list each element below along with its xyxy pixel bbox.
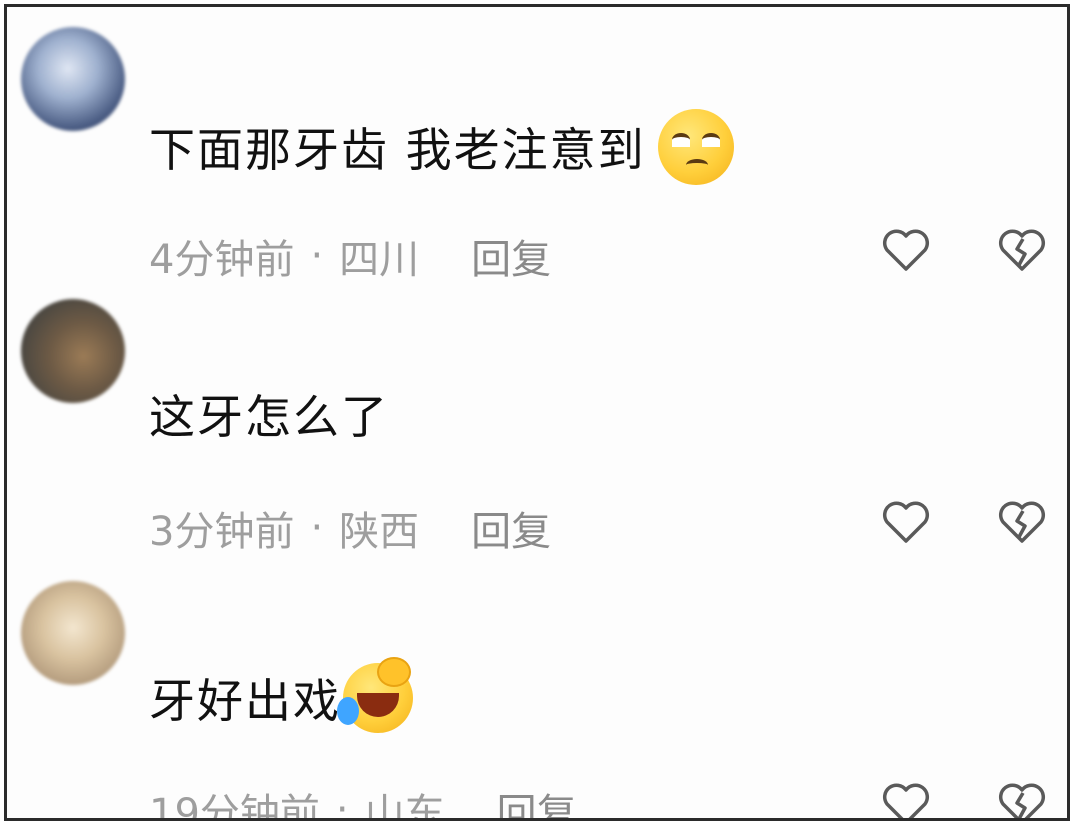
comment-meta: 4分钟前 · 四川 回复: [149, 227, 551, 285]
reply-button[interactable]: 回复: [471, 227, 551, 285]
comment-text: 下面那牙齿 我老注意到: [149, 109, 734, 185]
comment-text-content: 下面那牙齿 我老注意到: [149, 123, 646, 177]
heart-outline-icon[interactable]: [881, 781, 931, 821]
reply-button[interactable]: 回复: [497, 781, 577, 818]
comment-meta: 3分钟前 · 陕西 回复: [149, 499, 551, 557]
heart-outline-icon[interactable]: [881, 499, 931, 545]
comment-time: 19分钟前: [149, 791, 320, 821]
comment-time: 4分钟前: [149, 237, 295, 283]
comment-meta: 19分钟前 · 山东 回复: [149, 781, 577, 821]
heart-outline-icon[interactable]: [881, 227, 931, 273]
comment-location: 山东: [364, 791, 445, 821]
rofl-emoji-icon: [337, 657, 413, 733]
comment-location: 四川: [339, 237, 420, 283]
comment-text-content: 这牙怎么了: [149, 390, 389, 444]
broken-heart-icon[interactable]: [997, 227, 1047, 273]
comment-list: 下面那牙齿 我老注意到 4分钟前 · 四川 回复 这牙怎么了 3分钟前 · 陕西…: [4, 4, 1070, 821]
comment-time: 3分钟前: [149, 509, 295, 555]
comment-text-content: 牙好出戏: [149, 674, 341, 728]
avatar[interactable]: [21, 27, 125, 131]
avatar[interactable]: [21, 581, 125, 685]
comment-location: 陕西: [339, 509, 420, 555]
reply-button[interactable]: 回复: [471, 499, 551, 557]
meta-separator: ·: [335, 787, 349, 821]
comment-text: 这牙怎么了: [149, 381, 389, 447]
comment-text: 牙好出戏: [149, 657, 413, 733]
meta-separator: ·: [310, 505, 324, 551]
meta-separator: ·: [310, 233, 324, 279]
avatar[interactable]: [21, 299, 125, 403]
broken-heart-icon[interactable]: [997, 499, 1047, 545]
broken-heart-icon[interactable]: [997, 781, 1047, 821]
smirk-emoji-icon: [657, 109, 734, 185]
